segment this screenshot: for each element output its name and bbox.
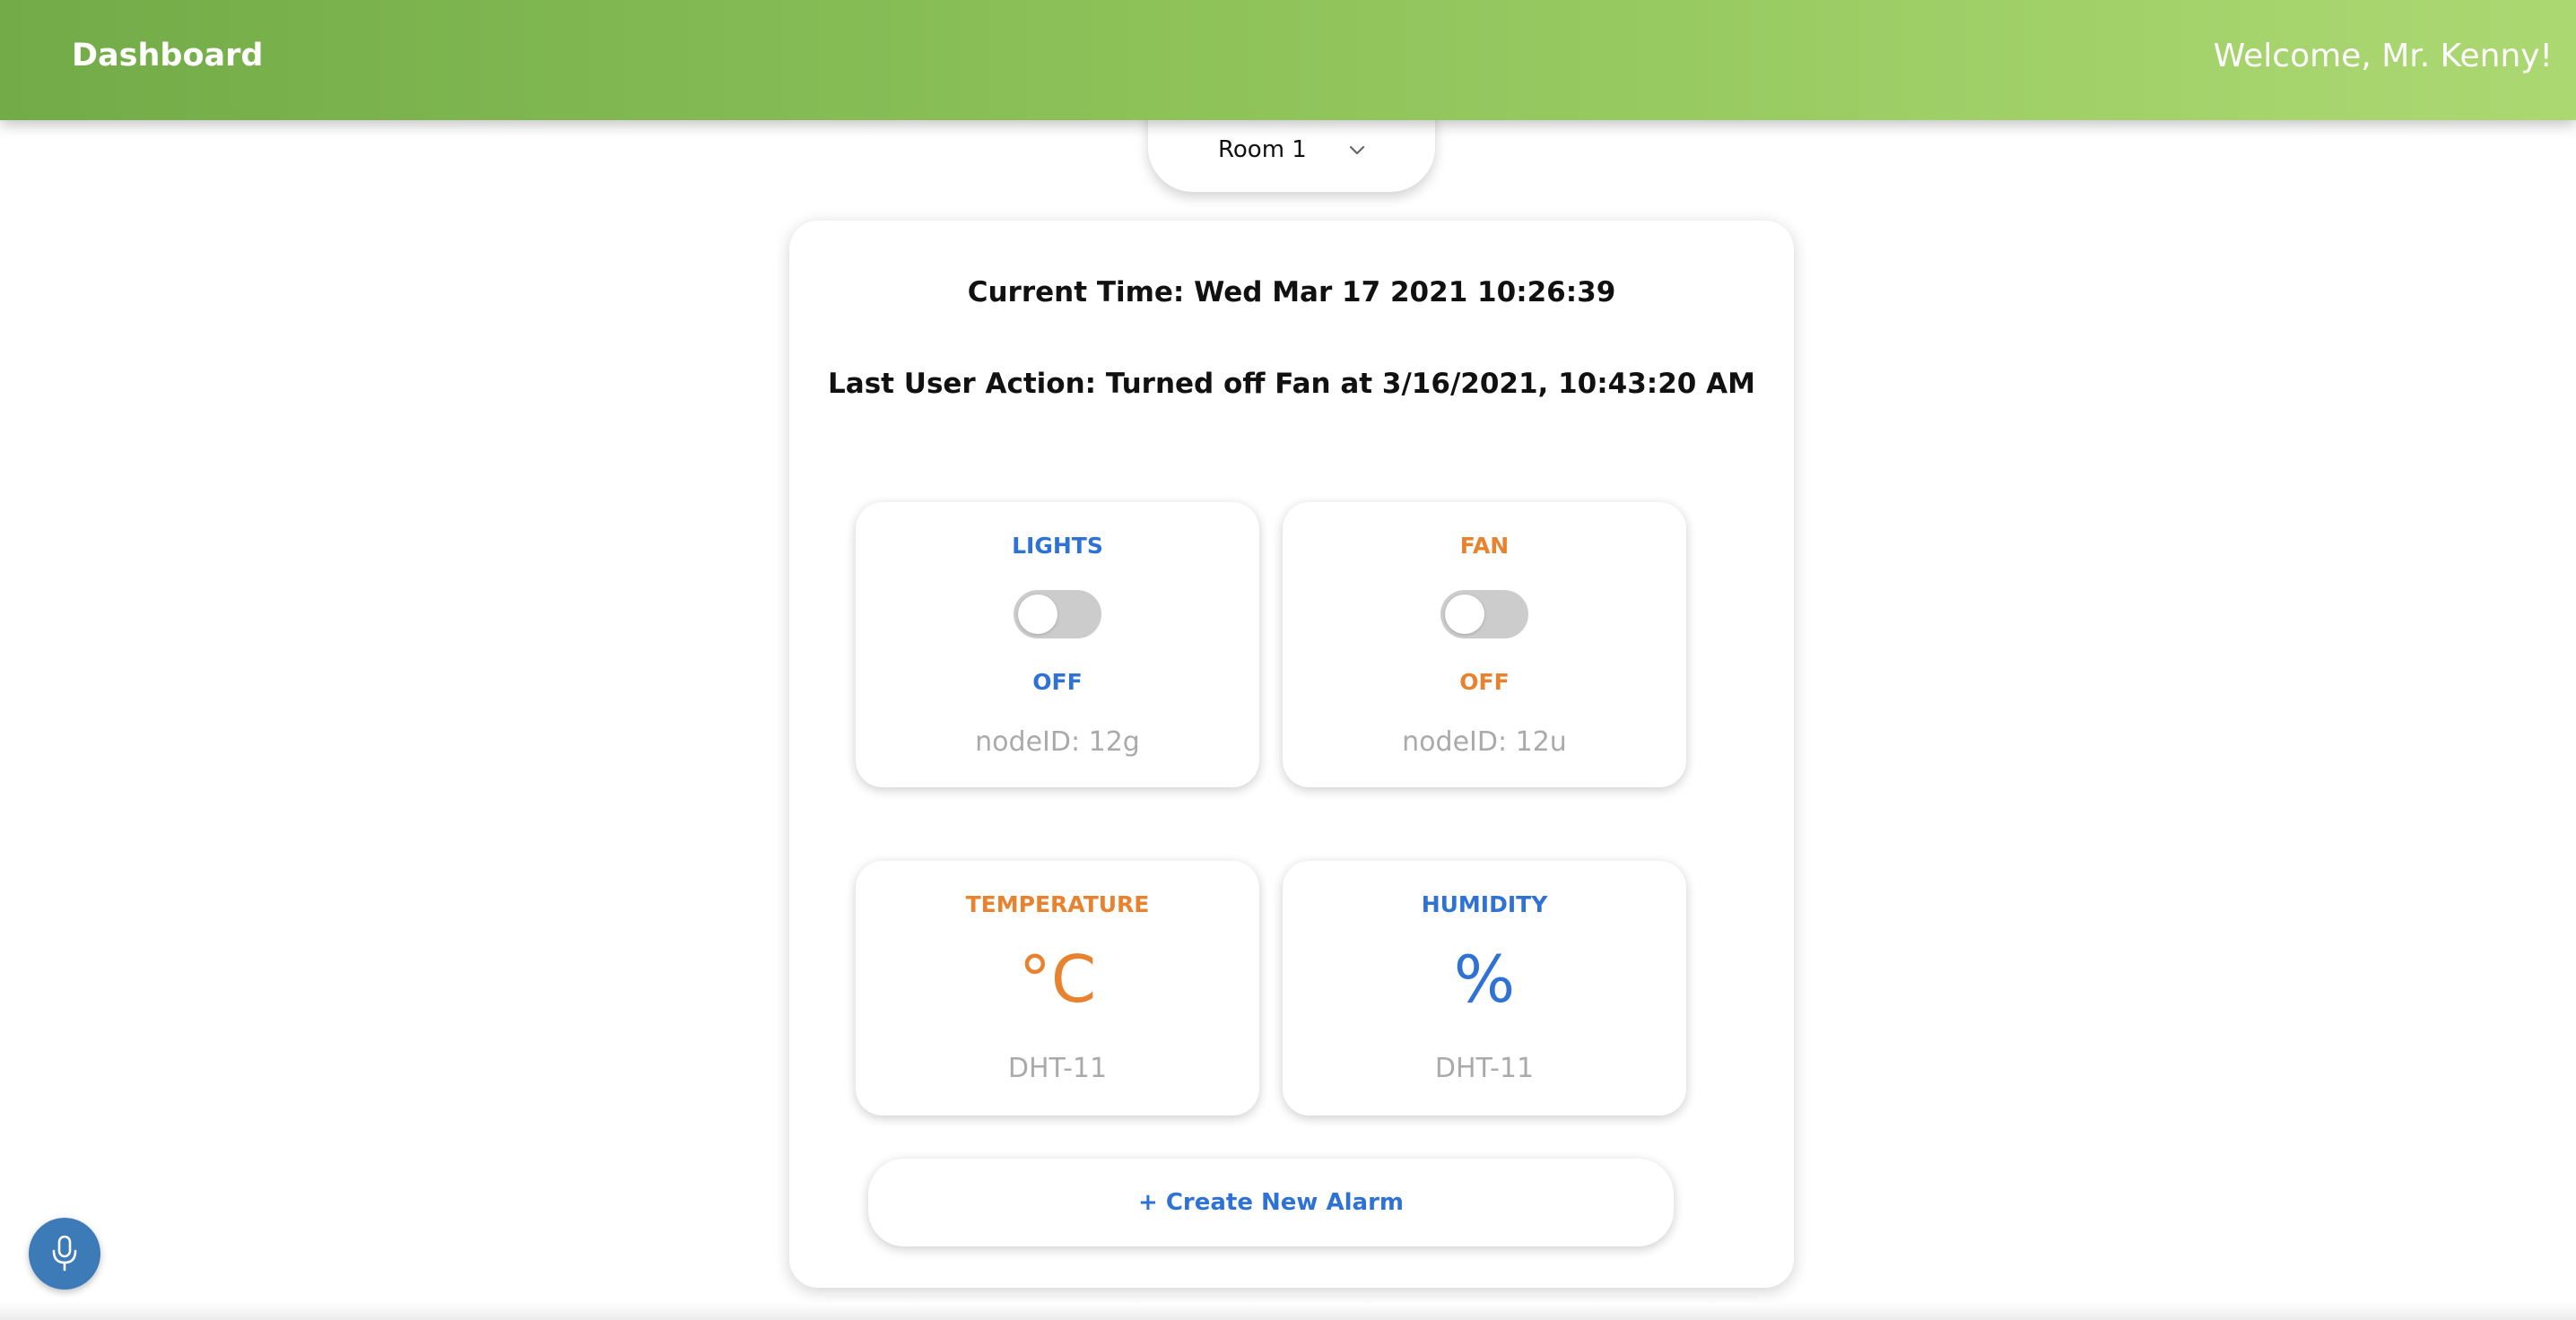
temperature-title: TEMPERATURE	[965, 891, 1150, 917]
humidity-value: %	[1453, 942, 1516, 1017]
chevron-down-icon	[1349, 145, 1365, 155]
room-selector[interactable]: Room 1	[1148, 108, 1435, 192]
current-time: Current Time: Wed Mar 17 2021 10:26:39	[967, 276, 1616, 308]
microphone-icon	[52, 1235, 77, 1272]
last-user-action: Last User Action: Turned off Fan at 3/16…	[828, 368, 1755, 400]
fan-tile: FAN OFF nodeID: 12u	[1283, 502, 1686, 787]
fan-state: OFF	[1459, 669, 1510, 695]
room-selector-value: Room 1	[1218, 136, 1307, 163]
fan-title: FAN	[1459, 533, 1510, 559]
temperature-tile: TEMPERATURE °C DHT-11	[856, 861, 1259, 1116]
lights-title: LIGHTS	[1012, 533, 1103, 559]
lights-state: OFF	[1032, 669, 1083, 695]
lights-toggle[interactable]	[1014, 590, 1101, 638]
humidity-tile: HUMIDITY % DHT-11	[1283, 861, 1686, 1116]
voice-command-button[interactable]	[29, 1218, 100, 1290]
page-title: Dashboard	[72, 38, 264, 74]
fan-node-id: nodeID: 12u	[1402, 726, 1567, 758]
dashboard-card: Current Time: Wed Mar 17 2021 10:26:39 L…	[789, 221, 1794, 1288]
welcome-message: Welcome, Mr. Kenny!	[2213, 38, 2553, 74]
fan-toggle-knob	[1445, 595, 1484, 634]
temperature-sensor: DHT-11	[1007, 1053, 1108, 1084]
humidity-title: HUMIDITY	[1421, 891, 1548, 917]
bottom-edge	[0, 1302, 2576, 1320]
lights-tile: LIGHTS OFF nodeID: 12g	[856, 502, 1259, 787]
temperature-value: °C	[1018, 942, 1097, 1017]
lights-toggle-knob	[1018, 595, 1057, 634]
lights-node-id: nodeID: 12g	[975, 726, 1140, 758]
humidity-sensor: DHT-11	[1434, 1053, 1535, 1084]
fan-toggle[interactable]	[1440, 590, 1528, 638]
top-header: Dashboard Welcome, Mr. Kenny!	[0, 0, 2576, 120]
create-alarm-button[interactable]: + Create New Alarm	[868, 1159, 1674, 1246]
